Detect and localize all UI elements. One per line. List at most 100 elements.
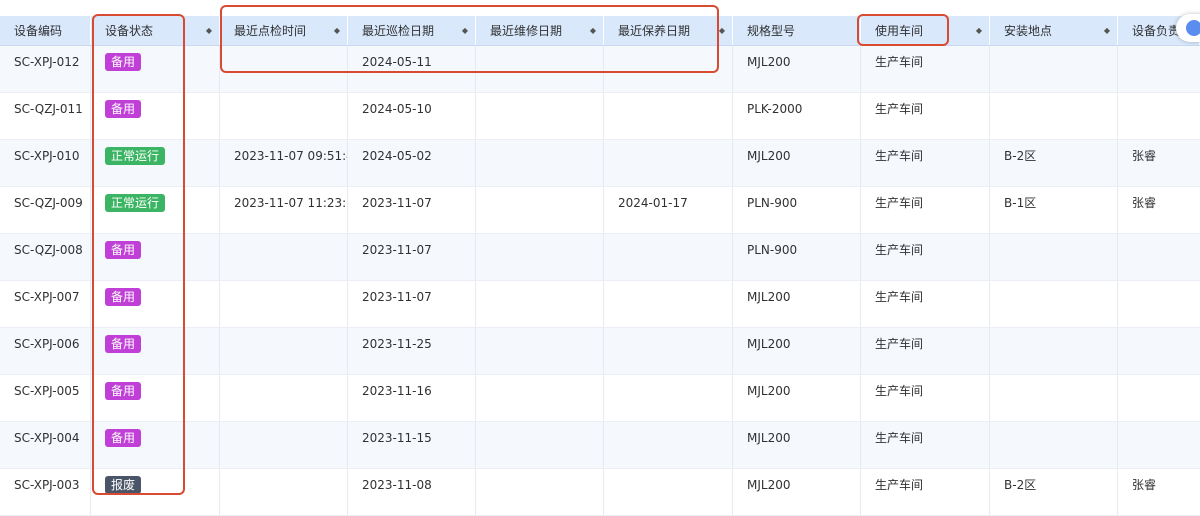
column-header-workshop[interactable]: 使用车间 ◆ [861, 16, 990, 45]
cell-text: 2023-11-07 11:23:01 [234, 196, 347, 210]
cell-text: MJL200 [747, 337, 791, 351]
table-cell-code: SC-XPJ-004 [0, 422, 91, 468]
column-header-last-repair[interactable]: 最近维修日期 ◆ [476, 16, 604, 45]
column-header-last-check[interactable]: 最近点检时间 ◆ [220, 16, 348, 45]
table-row[interactable]: SC-XPJ-003 报废 2023-11-08 MJL200 生产车间 B-2区 张睿 [0, 469, 1200, 516]
table-cell-last-patrol: 2023-11-07 [348, 187, 476, 233]
table-cell-code: SC-XPJ-003 [0, 469, 91, 515]
sort-icon[interactable]: ◆ [719, 16, 725, 45]
cell-text: SC-QZJ-008 [14, 243, 83, 257]
cell-text: 2023-11-07 [362, 243, 432, 257]
cell-text: 张睿 [1132, 149, 1157, 163]
column-header-last-patrol[interactable]: 最近巡检日期 ◆ [348, 16, 476, 45]
table-cell-model: PLN-900 [733, 234, 861, 280]
table-cell-location [990, 328, 1118, 374]
table-cell-last-maint [604, 422, 733, 468]
table-row[interactable]: SC-QZJ-009 正常运行 2023-11-07 11:23:01 2023-11… [0, 187, 1200, 234]
cell-text: PLN-900 [747, 196, 798, 210]
table-cell-last-patrol: 2023-11-16 [348, 375, 476, 421]
table-row[interactable]: SC-XPJ-004 备用 2023-11-15 MJL200 生产车间 [0, 422, 1200, 469]
cell-text: SC-XPJ-012 [14, 55, 80, 69]
table-cell-model: PLK-2000 [733, 93, 861, 139]
table-cell-location [990, 46, 1118, 92]
cell-text: 2024-05-11 [362, 55, 432, 69]
table-cell-owner [1118, 46, 1200, 92]
table-cell-last-maint [604, 140, 733, 186]
cell-text: SC-XPJ-006 [14, 337, 80, 351]
table-cell-model: MJL200 [733, 140, 861, 186]
cell-text: B-2区 [1004, 478, 1037, 492]
table-row[interactable]: SC-XPJ-005 备用 2023-11-16 MJL200 生产车间 [0, 375, 1200, 422]
assistant-icon [1186, 20, 1200, 36]
table-cell-last-maint [604, 281, 733, 327]
cell-text: 张睿 [1132, 196, 1157, 210]
cell-text: 生产车间 [875, 290, 924, 304]
table-cell-workshop: 生产车间 [861, 140, 990, 186]
cell-text: 生产车间 [875, 384, 924, 398]
sort-icon[interactable]: ◆ [206, 16, 212, 45]
table-row[interactable]: SC-XPJ-012 备用 2024-05-11 MJL200 生产车间 [0, 46, 1200, 93]
sort-icon[interactable]: ◆ [334, 16, 340, 45]
column-header-model[interactable]: 规格型号 [733, 16, 861, 45]
table-row[interactable]: SC-XPJ-007 备用 2023-11-07 MJL200 生产车间 [0, 281, 1200, 328]
floating-assistant-button[interactable] [1176, 14, 1200, 42]
table-cell-workshop: 生产车间 [861, 234, 990, 280]
cell-text: 2023-11-15 [362, 431, 432, 445]
table-cell-workshop: 生产车间 [861, 93, 990, 139]
cell-text: 生产车间 [875, 102, 924, 116]
table-row[interactable]: SC-QZJ-011 备用 2024-05-10 PLK-2000 生产车间 [0, 93, 1200, 140]
equipment-table: 设备编码 设备状态 ◆ 最近点检时间 ◆ 最近巡检日期 ◆ 最近维修日期 ◆ 最近保养日… [0, 0, 1200, 516]
table-cell-last-repair [476, 281, 604, 327]
column-header-location[interactable]: 安装地点 ◆ [990, 16, 1118, 45]
table-cell-model: PLN-900 [733, 187, 861, 233]
cell-text: SC-XPJ-004 [14, 431, 80, 445]
table-cell-code: SC-XPJ-005 [0, 375, 91, 421]
table-cell-code: SC-XPJ-012 [0, 46, 91, 92]
cell-text: 生产车间 [875, 337, 924, 351]
cell-text: MJL200 [747, 431, 791, 445]
table-cell-last-check [220, 469, 348, 515]
cell-text: B-1区 [1004, 196, 1037, 210]
sort-icon[interactable]: ◆ [462, 16, 468, 45]
table-row[interactable]: SC-QZJ-008 备用 2023-11-07 PLN-900 生产车间 [0, 234, 1200, 281]
sort-icon[interactable]: ◆ [976, 16, 982, 45]
cell-text: PLK-2000 [747, 102, 803, 116]
table-cell-status: 备用 [91, 375, 220, 421]
column-header-last-maint[interactable]: 最近保养日期 ◆ [604, 16, 733, 45]
table-cell-owner [1118, 328, 1200, 374]
table-body: SC-XPJ-012 备用 2024-05-11 MJL200 生产车间 SC-QZJ-0… [0, 46, 1200, 516]
cell-text: 2023-11-07 09:51:48 [234, 149, 347, 163]
table-cell-location: B-2区 [990, 140, 1118, 186]
table-cell-model: MJL200 [733, 328, 861, 374]
cell-text: MJL200 [747, 384, 791, 398]
table-cell-last-patrol: 2023-11-15 [348, 422, 476, 468]
table-cell-status: 备用 [91, 93, 220, 139]
table-row[interactable]: SC-XPJ-010 正常运行 2023-11-07 09:51:48 2024-05… [0, 140, 1200, 187]
table-cell-last-repair [476, 46, 604, 92]
status-badge: 报废 [105, 476, 142, 494]
table-cell-status: 备用 [91, 328, 220, 374]
table-cell-location [990, 234, 1118, 280]
table-row[interactable]: SC-XPJ-006 备用 2023-11-25 MJL200 生产车间 [0, 328, 1200, 375]
cell-text: 2024-05-02 [362, 149, 432, 163]
table-cell-owner [1118, 281, 1200, 327]
table-cell-workshop: 生产车间 [861, 375, 990, 421]
column-header-status[interactable]: 设备状态 ◆ [91, 16, 220, 45]
table-cell-last-patrol: 2023-11-25 [348, 328, 476, 374]
cell-text: 2023-11-25 [362, 337, 432, 351]
table-cell-location [990, 422, 1118, 468]
cell-text: 2024-01-17 [618, 196, 688, 210]
table-cell-model: MJL200 [733, 422, 861, 468]
table-header: 设备编码 设备状态 ◆ 最近点检时间 ◆ 最近巡检日期 ◆ 最近维修日期 ◆ 最近保养日… [0, 16, 1200, 46]
cell-text: SC-XPJ-005 [14, 384, 80, 398]
table-cell-code: SC-QZJ-011 [0, 93, 91, 139]
table-cell-location [990, 93, 1118, 139]
table-cell-last-maint [604, 46, 733, 92]
table-cell-location [990, 281, 1118, 327]
sort-icon[interactable]: ◆ [1104, 16, 1110, 45]
sort-icon[interactable]: ◆ [590, 16, 596, 45]
status-badge: 备用 [105, 100, 142, 118]
table-cell-location: B-2区 [990, 469, 1118, 515]
column-header-code[interactable]: 设备编码 [0, 16, 91, 45]
table-cell-code: SC-XPJ-006 [0, 328, 91, 374]
